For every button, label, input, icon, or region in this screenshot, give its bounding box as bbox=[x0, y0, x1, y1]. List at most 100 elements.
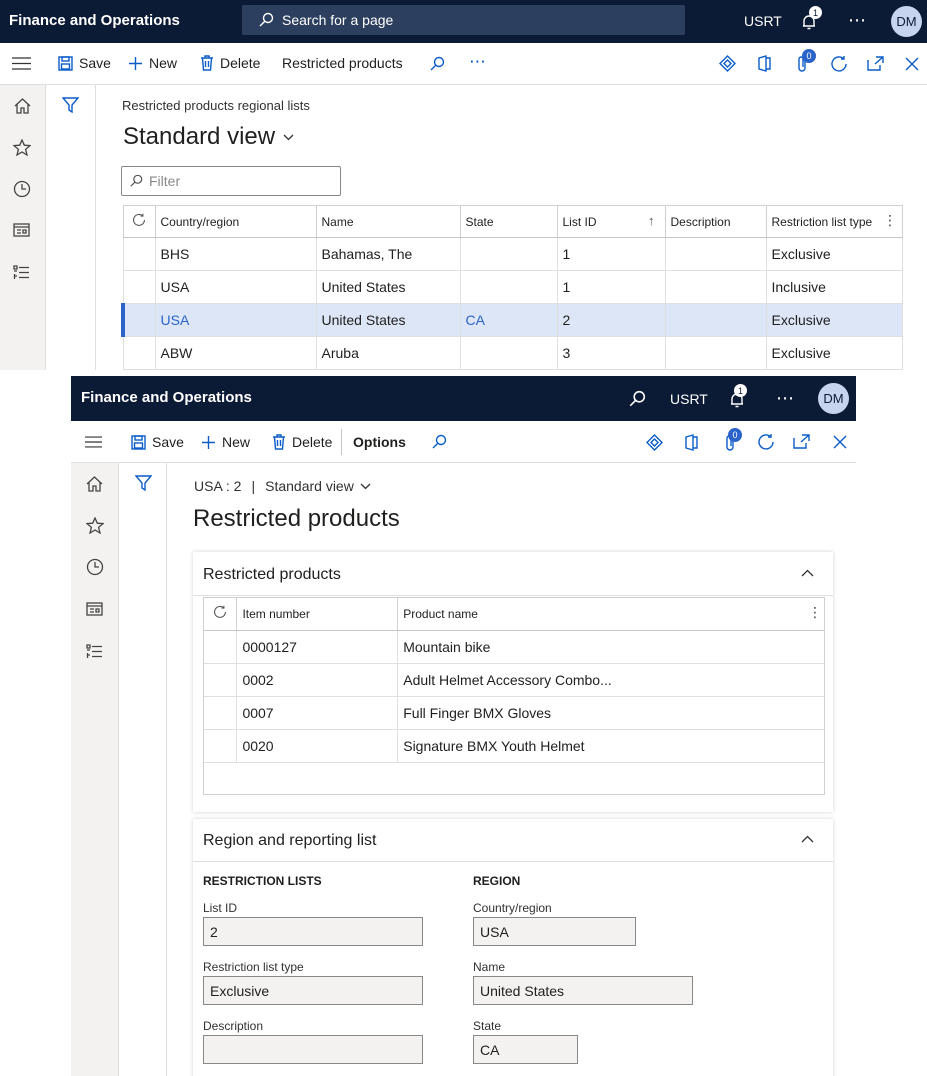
row-selector[interactable] bbox=[121, 303, 156, 337]
state-field[interactable]: CA bbox=[473, 1035, 578, 1064]
cell-state[interactable]: CA bbox=[459, 303, 558, 337]
row-selector[interactable] bbox=[204, 629, 238, 664]
grid-refresh-column[interactable] bbox=[204, 598, 238, 631]
recent-button[interactable] bbox=[86, 558, 104, 579]
cell-description[interactable] bbox=[664, 237, 767, 271]
column-options-icon[interactable]: ⋮ bbox=[808, 604, 822, 621]
cell-list-type[interactable]: Exclusive bbox=[765, 336, 903, 370]
col-state[interactable]: State bbox=[459, 205, 558, 238]
workspaces-button[interactable] bbox=[13, 223, 30, 240]
cell-item-number[interactable]: 0002 bbox=[236, 662, 399, 697]
close-button[interactable] bbox=[905, 57, 919, 74]
cell-list-id[interactable]: 1 bbox=[556, 237, 666, 271]
cell-product-name[interactable]: Mountain bike bbox=[397, 629, 824, 664]
filter-pane-button[interactable] bbox=[61, 97, 80, 116]
row-selector[interactable] bbox=[204, 662, 238, 697]
list-id-field[interactable]: 2 bbox=[203, 917, 423, 946]
table-row[interactable]: 0000127 Mountain bike bbox=[204, 629, 824, 664]
avatar[interactable]: DM bbox=[818, 383, 849, 414]
country-field[interactable]: USA bbox=[473, 917, 636, 946]
cell-item-number[interactable]: 0000127 bbox=[236, 629, 399, 664]
col-description[interactable]: Description bbox=[664, 205, 767, 238]
office-button[interactable] bbox=[757, 55, 772, 75]
cell-product-name[interactable]: Adult Helmet Accessory Combo... bbox=[397, 662, 824, 697]
cell-country[interactable]: BHS bbox=[154, 237, 317, 271]
view-selector[interactable]: Standard view bbox=[123, 123, 294, 151]
nav-menu-button[interactable] bbox=[12, 57, 31, 73]
grid-refresh-column[interactable] bbox=[122, 205, 156, 238]
cell-description[interactable] bbox=[664, 303, 767, 337]
table-row[interactable]: 0007 Full Finger BMX Gloves bbox=[204, 695, 824, 730]
modules-button[interactable] bbox=[13, 264, 30, 283]
avatar[interactable]: DM bbox=[891, 6, 922, 37]
row-selector[interactable] bbox=[204, 695, 238, 730]
cell-name[interactable]: United States bbox=[315, 303, 461, 337]
table-row[interactable]: 0020 Signature BMX Youth Helmet bbox=[204, 728, 824, 763]
cell-list-type[interactable]: Exclusive bbox=[765, 237, 903, 271]
delete-button[interactable]: Delete bbox=[272, 434, 332, 450]
cell-description[interactable] bbox=[664, 270, 767, 304]
table-row[interactable]: BHS Bahamas, The 1 Exclusive bbox=[122, 237, 903, 271]
cell-list-id[interactable]: 3 bbox=[556, 336, 666, 370]
save-button[interactable]: Save bbox=[131, 434, 184, 450]
name-field[interactable]: United States bbox=[473, 976, 693, 1005]
cell-product-name[interactable]: Signature BMX Youth Helmet bbox=[397, 728, 824, 763]
row-selector[interactable] bbox=[204, 728, 238, 763]
cell-state[interactable] bbox=[459, 270, 558, 304]
cell-state[interactable] bbox=[459, 336, 558, 370]
company-picker[interactable]: USRT bbox=[744, 13, 782, 29]
row-selector[interactable] bbox=[122, 336, 156, 370]
column-options-icon[interactable]: ⋮ bbox=[883, 212, 897, 229]
app-title[interactable]: Finance and Operations bbox=[9, 12, 180, 29]
home-button[interactable] bbox=[14, 98, 31, 117]
recent-button[interactable] bbox=[13, 180, 31, 201]
cell-list-id[interactable]: 1 bbox=[556, 270, 666, 304]
options-button[interactable]: Options bbox=[353, 434, 406, 450]
chevron-up-icon[interactable] bbox=[801, 569, 814, 577]
col-name[interactable]: Name bbox=[315, 205, 461, 238]
delete-button[interactable]: Delete bbox=[200, 55, 260, 71]
cell-list-id[interactable]: 2 bbox=[556, 303, 666, 337]
col-list-id[interactable]: List ID ↑ bbox=[556, 205, 666, 238]
row-selector[interactable] bbox=[122, 237, 156, 271]
nav-menu-button[interactable] bbox=[85, 436, 102, 451]
region-header[interactable]: Region and reporting list bbox=[193, 819, 833, 862]
more-button[interactable]: ⋯ bbox=[848, 10, 866, 31]
cell-name[interactable]: Aruba bbox=[315, 336, 461, 370]
favorites-button[interactable] bbox=[85, 516, 105, 537]
cell-list-type[interactable]: Exclusive bbox=[765, 303, 903, 337]
diamond-button[interactable] bbox=[719, 55, 736, 75]
row-selector[interactable] bbox=[122, 270, 156, 304]
attachments-button[interactable]: 0 bbox=[724, 428, 742, 455]
notifications-button[interactable]: 1 bbox=[728, 384, 750, 410]
save-button[interactable]: Save bbox=[58, 55, 111, 71]
table-row[interactable]: USA United States 1 Inclusive bbox=[122, 270, 903, 304]
app-title[interactable]: Finance and Operations bbox=[81, 389, 252, 406]
office-button[interactable] bbox=[684, 434, 699, 454]
table-row-selected[interactable]: USA United States CA 2 Exclusive bbox=[121, 303, 903, 337]
description-field[interactable] bbox=[203, 1035, 423, 1064]
open-new-window-button[interactable] bbox=[867, 56, 884, 74]
refresh-button[interactable] bbox=[830, 55, 848, 76]
close-button[interactable] bbox=[833, 435, 847, 452]
more-button[interactable]: ⋯ bbox=[776, 388, 794, 409]
cell-list-type[interactable]: Inclusive bbox=[765, 270, 903, 304]
restricted-products-header[interactable]: Restricted products bbox=[193, 552, 833, 596]
toolbar-more-button[interactable]: ⋯ bbox=[469, 52, 486, 72]
cell-state[interactable] bbox=[459, 237, 558, 271]
workspaces-button[interactable] bbox=[86, 602, 103, 619]
col-product-name[interactable]: Product name ⋮ bbox=[397, 598, 824, 631]
cell-country[interactable]: USA bbox=[154, 270, 317, 304]
modules-button[interactable] bbox=[86, 643, 103, 662]
col-restriction-list-type[interactable]: Restriction list type ⋮ bbox=[765, 205, 903, 238]
notifications-button[interactable]: 1 bbox=[800, 6, 822, 32]
new-button[interactable]: New bbox=[201, 434, 250, 450]
diamond-button[interactable] bbox=[646, 434, 663, 454]
toolbar-search-button[interactable] bbox=[429, 56, 445, 75]
filter-pane-button[interactable] bbox=[134, 475, 153, 494]
cell-name[interactable]: United States bbox=[315, 270, 461, 304]
cell-name[interactable]: Bahamas, The bbox=[315, 237, 461, 271]
company-picker[interactable]: USRT bbox=[670, 391, 708, 407]
cell-description[interactable] bbox=[664, 336, 767, 370]
col-item-number[interactable]: Item number bbox=[236, 598, 399, 631]
